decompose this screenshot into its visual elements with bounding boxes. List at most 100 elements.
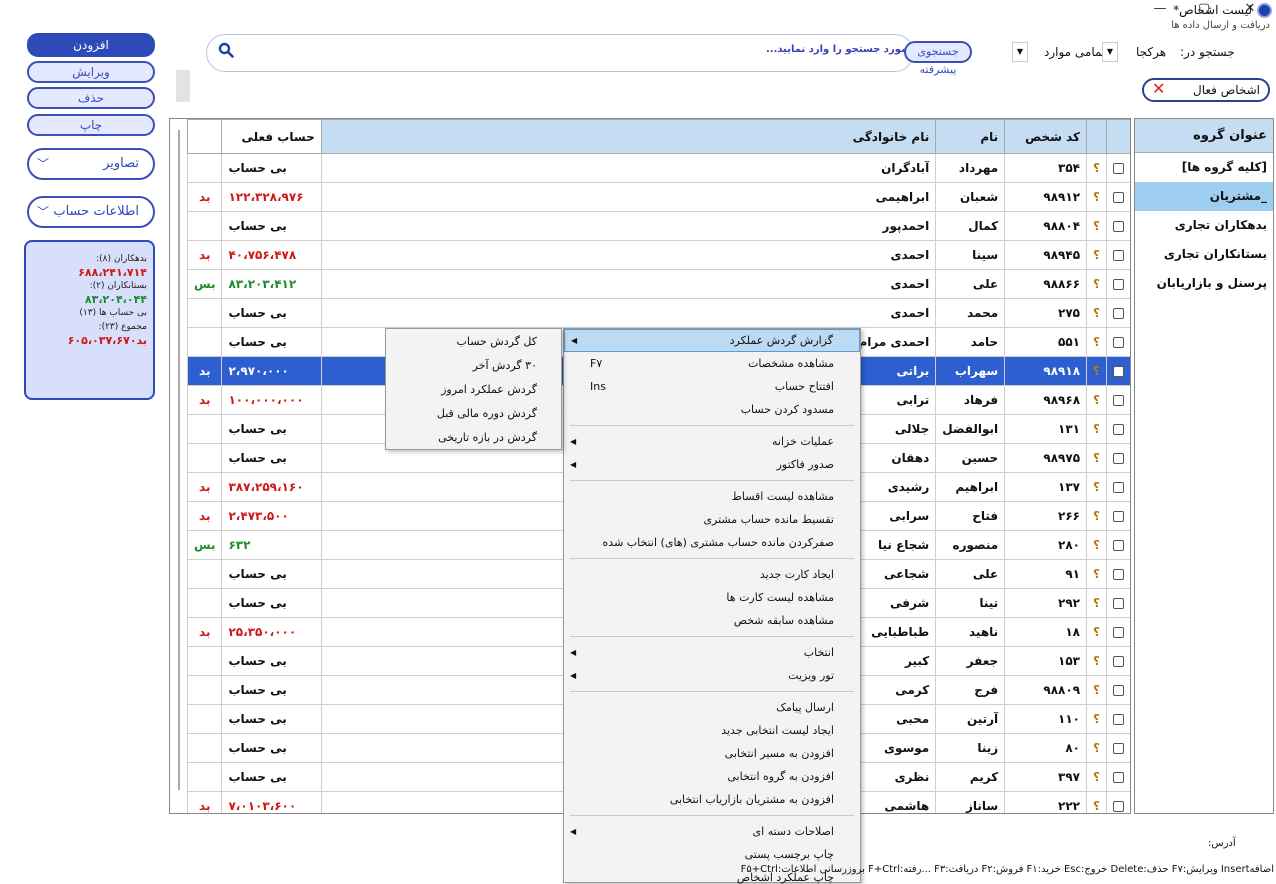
row-checkbox[interactable] <box>1106 559 1130 589</box>
group-item[interactable]: _مشتریان <box>1135 182 1273 211</box>
row-checkbox[interactable] <box>1106 733 1130 763</box>
table-row[interactable]: ؟ ۹۸۸۰۴ کمال احمدپور بی حساب <box>186 211 1130 241</box>
row-info-icon[interactable]: ؟ <box>1086 298 1107 328</box>
row-checkbox[interactable] <box>1106 356 1130 386</box>
row-info-icon[interactable]: ؟ <box>1086 443 1107 473</box>
advanced-search-button[interactable]: جستجوی پیشرفته <box>904 41 972 76</box>
context-menu-item[interactable]: افتتاح حساب Ins <box>564 375 860 398</box>
context-menu-item[interactable]: مسدود کردن حساب <box>564 398 860 421</box>
context-menu-item[interactable]: عملیات خزانه ◀ <box>564 430 860 453</box>
row-checkbox[interactable] <box>1106 327 1130 357</box>
table-row[interactable]: ؟ ۹۸۸۶۶ علی احمدی ۸۳،۲۰۳،۴۱۲ بس <box>186 269 1130 299</box>
search-in-dropdown-arrow-icon[interactable]: ▼ <box>1102 42 1118 62</box>
header-name[interactable]: نام <box>935 119 1006 154</box>
row-info-icon[interactable]: ؟ <box>1086 617 1107 647</box>
header-family[interactable]: نام خانوادگی <box>320 119 937 154</box>
context-menu-item[interactable]: صدور فاکتور ◀ <box>564 453 860 476</box>
context-menu-item[interactable]: ارسال پیامک <box>564 696 860 719</box>
row-checkbox[interactable] <box>1106 298 1130 328</box>
context-menu-item[interactable]: مشاهده لیست اقساط <box>564 485 860 508</box>
row-info-icon[interactable]: ؟ <box>1086 240 1107 270</box>
context-menu-item[interactable]: ایجاد کارت جدید <box>564 563 860 586</box>
row-checkbox[interactable] <box>1106 240 1130 270</box>
row-checkbox[interactable] <box>1106 617 1130 647</box>
submenu-item[interactable]: گردش در بازه تاریخی <box>386 426 561 450</box>
row-info-icon[interactable]: ؟ <box>1086 588 1107 618</box>
row-checkbox[interactable] <box>1106 704 1130 734</box>
context-menu-item[interactable]: مشاهده لیست کارت ها <box>564 586 860 609</box>
row-info-icon[interactable]: ؟ <box>1086 646 1107 676</box>
search-icon[interactable] <box>218 42 234 58</box>
table-row[interactable]: ؟ ۲۷۵ محمد احمدی بی حساب <box>186 298 1130 328</box>
filter-dropdown-arrow-icon[interactable]: ▼ <box>1012 42 1028 62</box>
row-info-icon[interactable]: ؟ <box>1086 559 1107 589</box>
table-row[interactable]: ؟ ۹۸۹۴۵ سینا احمدی ۴۰،۷۵۶،۴۷۸ بد <box>186 240 1130 270</box>
row-info-icon[interactable]: ؟ <box>1086 385 1107 415</box>
context-menu-item[interactable]: افزودن به مسیر انتخابی <box>564 742 860 765</box>
row-checkbox[interactable] <box>1106 182 1130 212</box>
row-info-icon[interactable]: ؟ <box>1086 501 1107 531</box>
row-checkbox[interactable] <box>1106 762 1130 792</box>
row-checkbox[interactable] <box>1106 646 1130 676</box>
row-info-icon[interactable]: ؟ <box>1086 675 1107 705</box>
search-input[interactable]: مورد جستجو را وارد نمایید... <box>766 44 907 55</box>
scrollbar[interactable] <box>178 130 180 790</box>
row-checkbox[interactable] <box>1106 269 1130 299</box>
header-balance[interactable]: حساب فعلی <box>221 119 322 154</box>
delete-button[interactable]: حذف <box>27 87 155 109</box>
edit-button[interactable]: ویرایش <box>27 61 155 83</box>
row-checkbox[interactable] <box>1106 472 1130 502</box>
row-info-icon[interactable]: ؟ <box>1086 733 1107 763</box>
context-menu-item[interactable]: ایجاد لیست انتخابی جدید <box>564 719 860 742</box>
context-menu-item[interactable]: صفرکردن مانده حساب مشتری (های) انتخاب شد… <box>564 531 860 554</box>
row-info-icon[interactable]: ؟ <box>1086 153 1107 183</box>
context-menu-item[interactable]: انتخاب ◀ <box>564 641 860 664</box>
group-item[interactable]: [کلیه گروه ها] <box>1135 153 1273 182</box>
filter-select[interactable]: تمامی موارد <box>1044 45 1105 59</box>
images-dropdown[interactable]: تصاویر ﹀ <box>27 148 155 180</box>
row-checkbox[interactable] <box>1106 791 1130 813</box>
active-persons-toggle[interactable]: اشخاص فعال ✕ <box>1142 78 1270 102</box>
group-item[interactable]: بستانکاران تجاری <box>1135 240 1273 269</box>
search-in-select[interactable]: هرکجا <box>1136 45 1166 59</box>
row-checkbox[interactable] <box>1106 530 1130 560</box>
row-info-icon[interactable]: ؟ <box>1086 472 1107 502</box>
submenu-item[interactable]: گردش عملکرد امروز <box>386 378 561 402</box>
print-button[interactable]: چاپ <box>27 114 155 136</box>
row-info-icon[interactable]: ؟ <box>1086 211 1107 241</box>
row-checkbox[interactable] <box>1106 443 1130 473</box>
context-menu-item[interactable]: مشاهده مشخصات F۷ <box>564 352 860 375</box>
row-info-icon[interactable]: ؟ <box>1086 269 1107 299</box>
row-info-icon[interactable]: ؟ <box>1086 414 1107 444</box>
row-checkbox[interactable] <box>1106 211 1130 241</box>
row-info-icon[interactable]: ؟ <box>1086 530 1107 560</box>
table-row[interactable]: ؟ ۹۸۹۱۲ شعبان ابراهیمی ۱۲۲،۳۲۸،۹۷۶ بد <box>186 182 1130 212</box>
row-checkbox[interactable] <box>1106 588 1130 618</box>
submenu-item[interactable]: کل گردش حساب <box>386 330 561 354</box>
row-info-icon[interactable]: ؟ <box>1086 762 1107 792</box>
row-checkbox[interactable] <box>1106 414 1130 444</box>
table-row[interactable]: ؟ ۳۵۴ مهرداد آبادگران بی حساب <box>186 153 1130 183</box>
group-item[interactable]: پرسنل و بازاریابان <box>1135 269 1273 298</box>
account-info-dropdown[interactable]: اطلاعات حساب ﹀ <box>27 196 155 228</box>
row-checkbox[interactable] <box>1106 153 1130 183</box>
row-checkbox[interactable] <box>1106 385 1130 415</box>
add-button[interactable]: افزودن <box>27 33 155 57</box>
context-menu-item[interactable]: چاپ برچسب پستی <box>564 843 860 866</box>
panel-handle[interactable] <box>176 70 190 102</box>
group-item[interactable]: بدهکاران تجاری <box>1135 211 1273 240</box>
row-info-icon[interactable]: ؟ <box>1086 791 1107 813</box>
context-menu-item[interactable]: افزودن به گروه انتخابی <box>564 765 860 788</box>
row-info-icon[interactable]: ؟ <box>1086 356 1107 386</box>
context-menu-item[interactable]: مشاهده سابقه شخص <box>564 609 860 632</box>
header-code[interactable]: کد شخص <box>1004 119 1088 154</box>
row-info-icon[interactable]: ؟ <box>1086 327 1107 357</box>
context-menu-item[interactable]: تقسیط مانده حساب مشتری <box>564 508 860 531</box>
row-info-icon[interactable]: ؟ <box>1086 182 1107 212</box>
context-menu-item[interactable]: افزودن به مشتریان بازاریاب انتخابی <box>564 788 860 811</box>
row-checkbox[interactable] <box>1106 675 1130 705</box>
submenu-item[interactable]: ۳۰ گردش آخر <box>386 354 561 378</box>
close-icon[interactable]: ✕ <box>1152 79 1165 99</box>
row-checkbox[interactable] <box>1106 501 1130 531</box>
row-info-icon[interactable]: ؟ <box>1086 704 1107 734</box>
